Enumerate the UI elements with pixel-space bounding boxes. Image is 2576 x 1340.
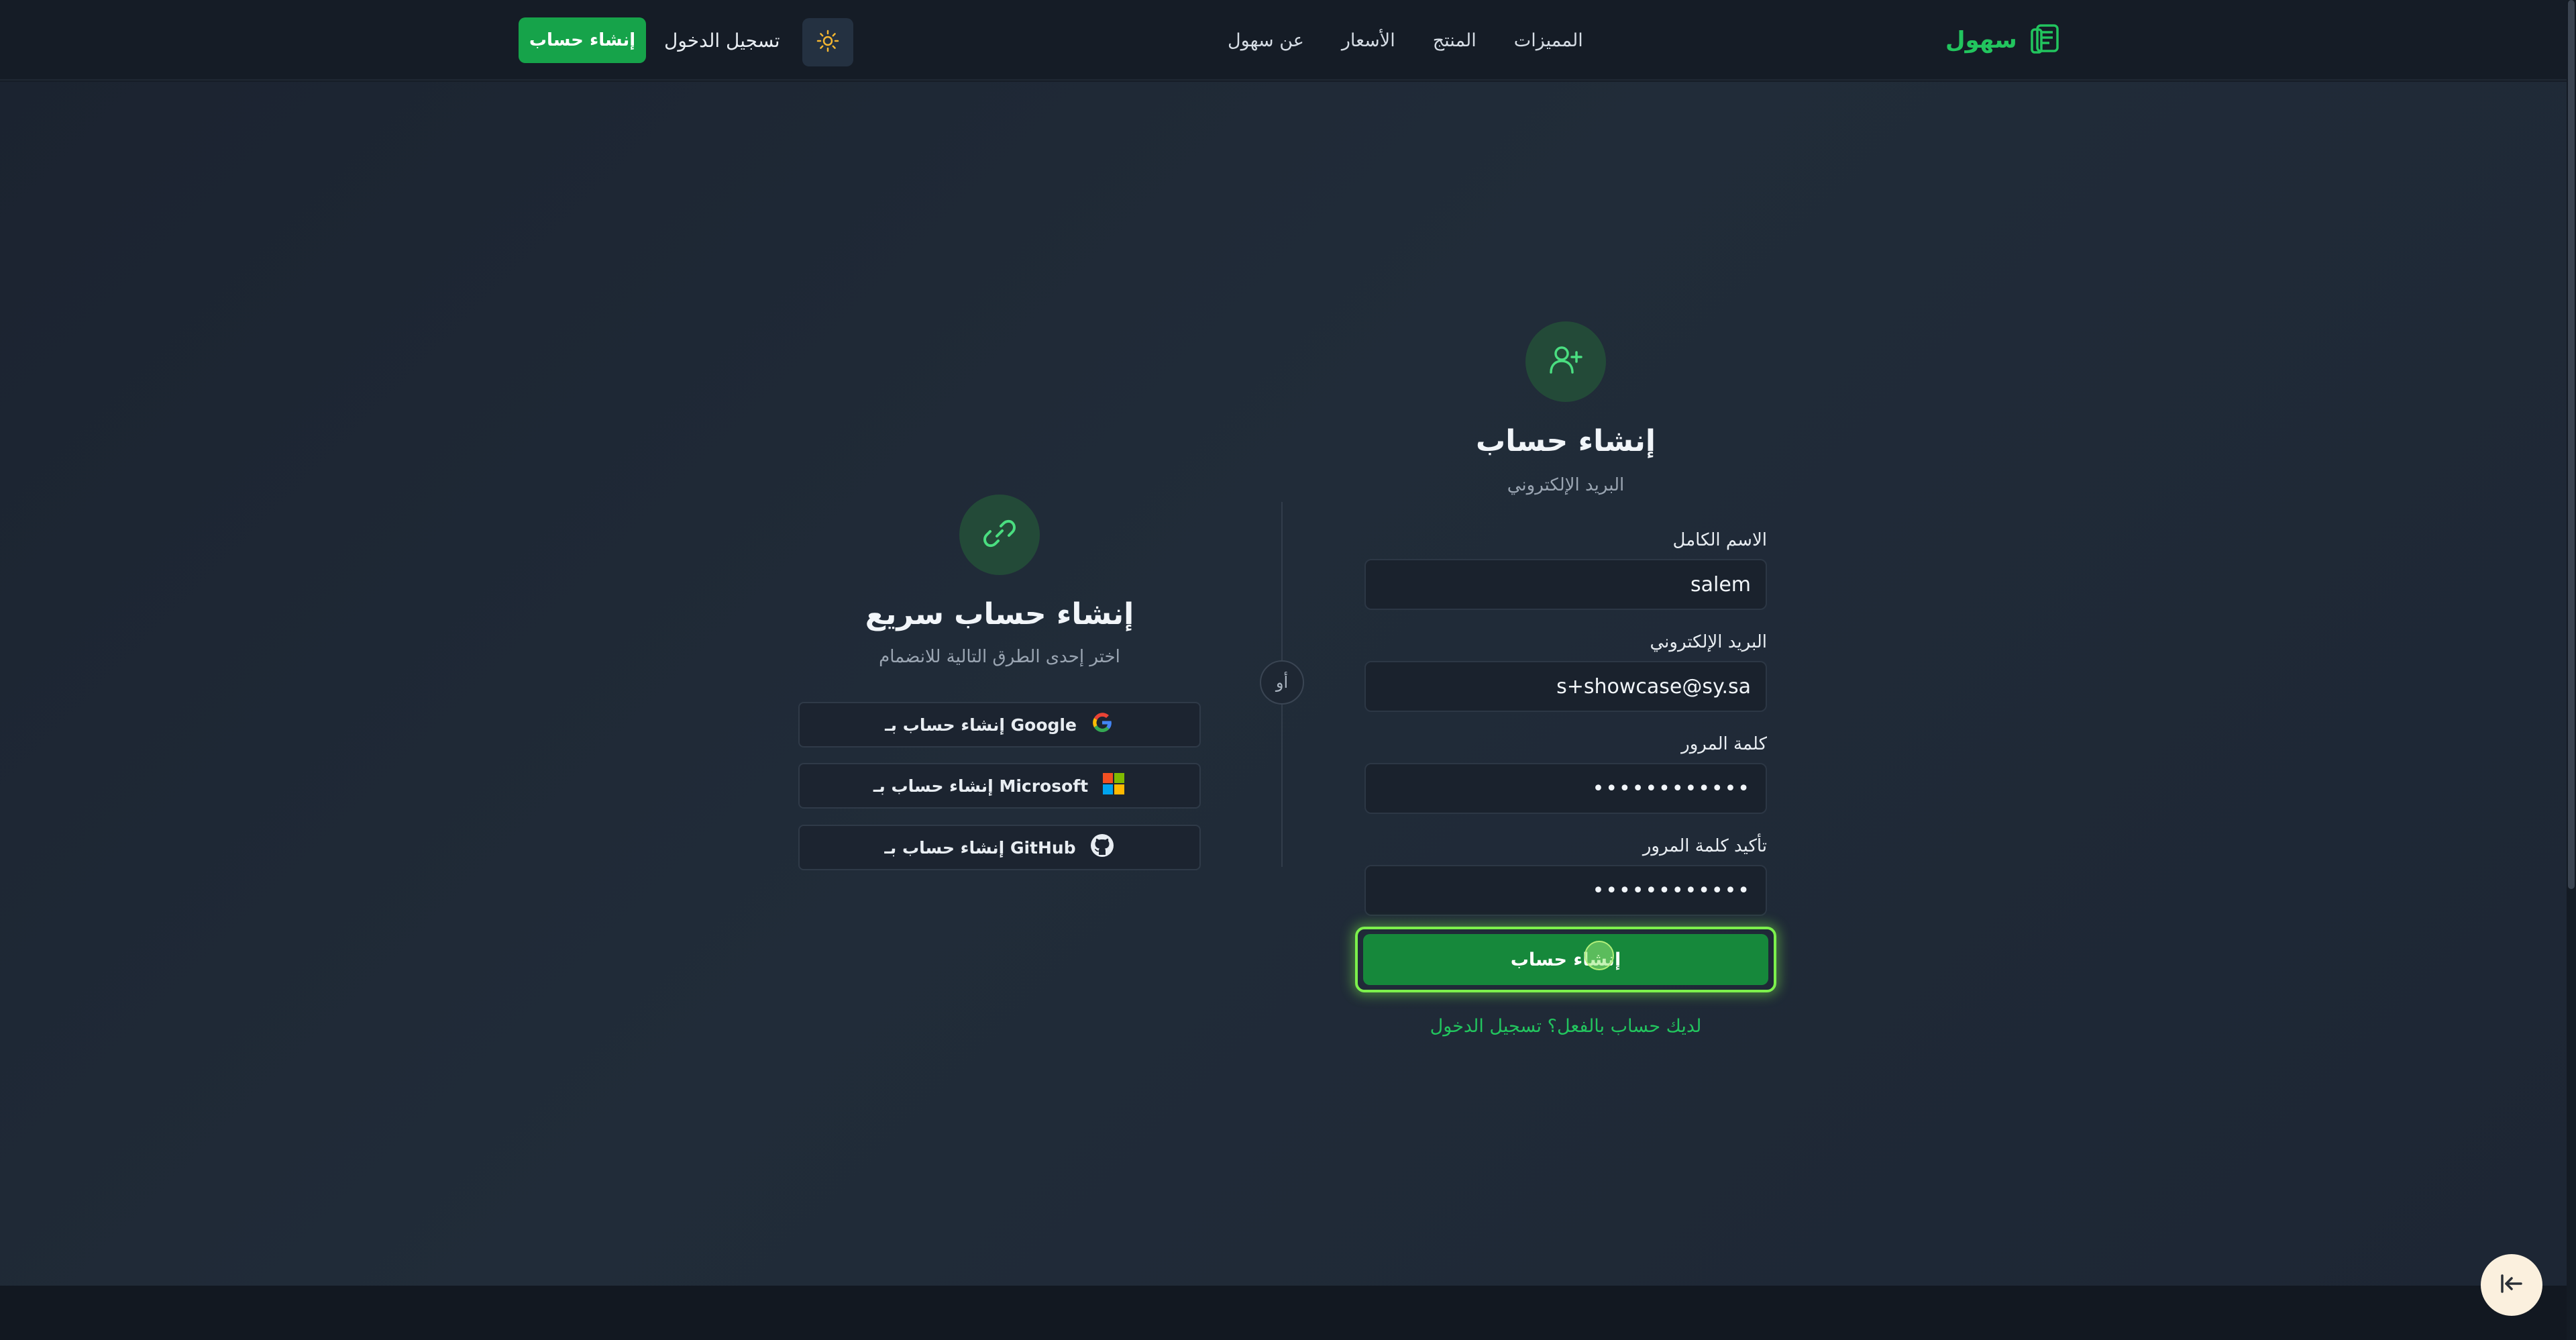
email-input[interactable] [1364,661,1767,712]
link-badge [959,495,1040,575]
quick-signup-title: إنشاء حساب سريع [865,597,1134,631]
login-link[interactable]: لديك حساب بالفعل؟ تسجيل الدخول [1364,1016,1767,1037]
google-signup-label: إنشاء حساب بـ Google [885,715,1077,735]
github-signup-button[interactable]: إنشاء حساب بـ GitHub [798,825,1201,870]
nav-link-pricing[interactable]: الأسعار [1342,30,1395,51]
user-plus-icon [1547,342,1585,382]
microsoft-signup-label: إنشاء حساب بـ Microsoft [873,776,1089,796]
email-label: البريد الإلكتروني [1650,632,1767,652]
microsoft-signup-button[interactable]: إنشاء حساب بـ Microsoft [798,763,1201,809]
full-name-label: الاسم الكامل [1672,530,1767,550]
create-account-button[interactable]: إنشاء حساب [1363,934,1768,985]
github-signup-label: إنشاء حساب بـ GitHub [884,837,1076,858]
top-navbar: سهول عن سهول الأسعار المنتج المميزات تسج… [0,0,2567,81]
user-plus-badge [1525,321,1606,402]
nav-link-about[interactable]: عن سهول [1228,30,1304,51]
confirm-password-label: تأكيد كلمة المرور [1642,836,1767,856]
nav-links: عن سهول الأسعار المنتج المميزات [1228,20,1583,60]
github-icon [1089,833,1115,862]
google-signup-button[interactable]: إنشاء حساب بـ Google [798,702,1201,748]
nav-link-product[interactable]: المنتج [1433,30,1477,51]
nav-signup-button[interactable]: إنشاء حساب [519,17,646,63]
nav-link-features[interactable]: المميزات [1514,30,1583,51]
signup-title: إنشاء حساب [1476,424,1656,458]
brand-name: سهول [1945,27,2017,54]
arrow-to-start-icon [2497,1269,2526,1301]
microsoft-icon [1102,772,1126,800]
sun-icon [816,30,839,55]
document-logo-icon [2028,21,2063,59]
brand-logo[interactable]: سهول [1945,20,2063,60]
cursor-indicator [1585,941,1614,970]
or-divider-badge: أو [1260,660,1304,705]
collapse-sidebar-button[interactable] [2481,1254,2542,1316]
theme-toggle-button[interactable] [802,18,853,66]
password-input[interactable] [1364,763,1767,814]
nav-login-link[interactable]: تسجيل الدخول [664,20,780,60]
confirm-password-input[interactable] [1364,865,1767,916]
scrollbar-thumb[interactable] [2568,0,2575,889]
link-icon [981,515,1018,555]
signup-subtitle: البريد الإلكتروني [1507,475,1625,495]
google-icon [1090,711,1114,739]
full-name-input[interactable] [1364,559,1767,610]
quick-signup-subtitle: اختر إحدى الطرق التالية للانضمام [879,647,1120,667]
password-label: كلمة المرور [1681,734,1767,754]
footer-band [0,1286,2567,1340]
